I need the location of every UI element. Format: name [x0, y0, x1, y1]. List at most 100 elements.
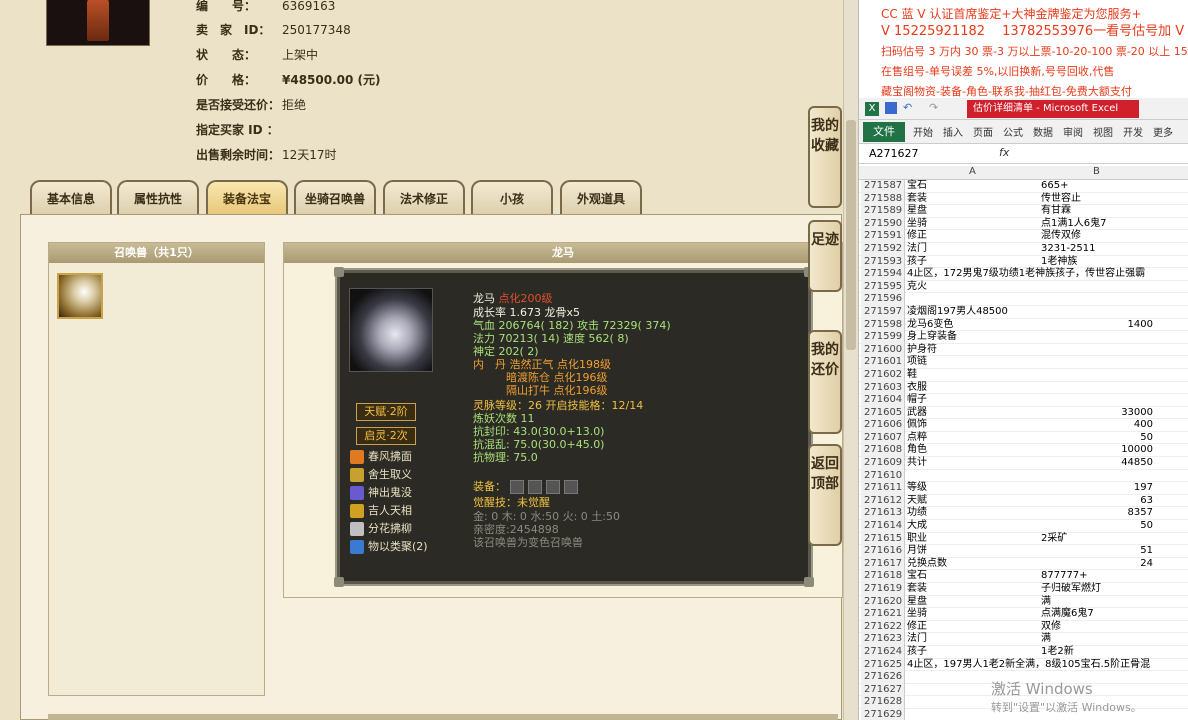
cell-b[interactable]: 1老2新	[1041, 646, 1074, 659]
cell-b[interactable]: 877777+	[1041, 570, 1088, 583]
sheet-row[interactable]: 271592 法门 3231-2511	[859, 242, 1188, 256]
cell-b[interactable]: 子归破军燃灯	[1041, 583, 1101, 596]
cell-a[interactable]: 身上穿装备	[907, 331, 957, 344]
cell-a[interactable]: 凌烟阁197男人48500	[907, 306, 1008, 319]
skill-item[interactable]: 吉人天相	[350, 502, 412, 520]
row-number[interactable]: 271596	[861, 293, 905, 306]
cell-a[interactable]: 衣服	[907, 382, 927, 395]
row-number[interactable]: 271587	[861, 180, 905, 193]
sheet-row[interactable]: 271620 星盘 满	[859, 595, 1188, 609]
cell-a[interactable]: 套装	[907, 193, 927, 206]
sheet-row[interactable]: 271596	[859, 293, 1188, 306]
tab-appearance[interactable]: 外观道具	[560, 180, 642, 214]
cell-b[interactable]: 2采矿	[1041, 533, 1067, 546]
equip-slot[interactable]	[564, 480, 578, 494]
cell-a[interactable]: 帽子	[907, 394, 927, 407]
cell-a[interactable]: 功绩	[907, 507, 927, 520]
row-number[interactable]: 271620	[861, 595, 905, 609]
sheet-row[interactable]: 271600 护身符	[859, 343, 1188, 357]
row-number[interactable]: 271623	[861, 633, 905, 646]
equip-slot[interactable]	[510, 480, 524, 494]
tab-attributes[interactable]: 属性抗性	[117, 180, 199, 214]
cell-b[interactable]: 665+	[1041, 180, 1068, 193]
tab-mount-summon[interactable]: 坐骑召唤兽	[294, 180, 376, 214]
sheet-row[interactable]: 271615 职业 2采矿	[859, 532, 1188, 546]
row-number[interactable]: 271619	[861, 583, 905, 596]
row-number[interactable]: 271588	[861, 192, 905, 206]
sheet-row[interactable]: 271601 项链	[859, 356, 1188, 369]
cell-b-number[interactable]: 33000	[1041, 407, 1153, 420]
sheet-row[interactable]: 271618 宝石 877777+	[859, 570, 1188, 583]
cell-a[interactable]: 克火	[907, 281, 927, 294]
tab-equipment[interactable]: 装备法宝	[206, 180, 288, 214]
redo-icon[interactable]: ↷	[929, 101, 938, 114]
cell-a[interactable]: 共计	[907, 457, 927, 470]
cell-b-number[interactable]: 51	[1041, 545, 1153, 558]
sheet-row[interactable]: 271610	[859, 469, 1188, 483]
cell-b[interactable]: 3231-2511	[1041, 243, 1096, 256]
cell-a[interactable]: 宝石	[907, 570, 927, 583]
skill-item[interactable]: 分花拂柳	[350, 520, 412, 538]
sheet-row[interactable]: 271623 法门 满	[859, 633, 1188, 646]
cell-a[interactable]: 职业	[907, 533, 927, 546]
row-number[interactable]: 271603	[861, 381, 905, 395]
sheet-row[interactable]: 271621 坐骑 点满魔6鬼7	[859, 608, 1188, 621]
fx-icon[interactable]: fx	[999, 146, 1009, 159]
sheet-row[interactable]: 271588 套装 传世容止	[859, 192, 1188, 206]
cell-a[interactable]: 星盘	[907, 205, 927, 218]
row-number[interactable]: 271605	[861, 406, 905, 420]
page-scrollbar[interactable]	[843, 0, 858, 720]
cell-a[interactable]: 项链	[907, 356, 927, 369]
footprint-button[interactable]: 足迹	[808, 220, 842, 292]
cell-b-number[interactable]: 50	[1041, 432, 1153, 445]
sheet-row[interactable]: 271589 星盘 有甘霖	[859, 205, 1188, 218]
ribbon-tab[interactable]: 页面	[973, 124, 993, 139]
sheet-row[interactable]: 271587 宝石 665+	[859, 180, 1188, 193]
col-b-header[interactable]: B	[1093, 166, 1100, 177]
cell-a[interactable]: 大成	[907, 520, 927, 533]
row-number[interactable]: 271604	[861, 394, 905, 407]
row-number[interactable]: 271610	[861, 469, 905, 483]
cell-a[interactable]: 点粹	[907, 432, 927, 445]
sheet-row[interactable]: 271597 凌烟阁197男人48500	[859, 305, 1188, 319]
cell-a[interactable]: 法门	[907, 633, 927, 646]
row-number[interactable]: 271589	[861, 205, 905, 218]
cell-b-number[interactable]: 24	[1041, 558, 1153, 571]
sheet-row[interactable]: 271593 孩子 1老神族	[859, 255, 1188, 269]
cell-a[interactable]: 孩子	[907, 646, 927, 659]
row-number[interactable]: 271597	[861, 305, 905, 319]
cell-a[interactable]: 龙马6变色	[907, 319, 953, 332]
my-offers-button[interactable]: 我的还价	[808, 330, 842, 434]
row-number[interactable]: 271612	[861, 494, 905, 508]
sheet-row[interactable]: 271608 角色 10000	[859, 444, 1188, 458]
cell-b[interactable]: 传世容止	[1041, 193, 1081, 206]
sheet-row[interactable]: 271595 克火	[859, 280, 1188, 294]
ribbon-tab[interactable]: 开发	[1123, 124, 1143, 139]
cell-b[interactable]: 满	[1041, 596, 1051, 609]
skill-item[interactable]: 神出鬼没	[350, 484, 412, 502]
cell-a[interactable]: 兑换点数	[907, 558, 947, 571]
sheet-row[interactable]: 271609 共计 44850	[859, 457, 1188, 470]
sheet-row[interactable]: 271617 兑换点数 24	[859, 557, 1188, 571]
sheet-row[interactable]: 271606 佩饰 400	[859, 419, 1188, 432]
row-number[interactable]: 271593	[861, 255, 905, 269]
row-number[interactable]: 271614	[861, 520, 905, 533]
row-number[interactable]: 271595	[861, 280, 905, 294]
cell-b[interactable]: 混传双修	[1041, 230, 1081, 243]
sheet-row[interactable]: 271607 点粹 50	[859, 431, 1188, 445]
sheet-row[interactable]: 271612 天赋 63	[859, 494, 1188, 508]
cell-b-number[interactable]: 10000	[1041, 444, 1153, 457]
file-tab[interactable]: 文件	[863, 122, 905, 142]
scroll-thumb[interactable]	[846, 120, 856, 350]
sheet-row[interactable]: 271605 武器 33000	[859, 406, 1188, 420]
skill-item[interactable]: 物以类聚(2)	[350, 538, 428, 556]
row-number[interactable]: 271627	[861, 683, 905, 697]
cell-b-number[interactable]: 197	[1041, 482, 1153, 495]
cell-b[interactable]: 点满魔6鬼7	[1041, 608, 1094, 621]
cell-a[interactable]: 鞋	[907, 369, 917, 382]
row-number[interactable]: 271628	[861, 696, 905, 709]
cell-a[interactable]: 4止区，197男人1老2新全满，8级105宝石.5阶正骨混	[907, 659, 1150, 672]
sheet-row[interactable]: 271613 功绩 8357	[859, 507, 1188, 521]
row-number[interactable]: 271598	[861, 318, 905, 332]
cell-a[interactable]: 修正	[907, 621, 927, 634]
